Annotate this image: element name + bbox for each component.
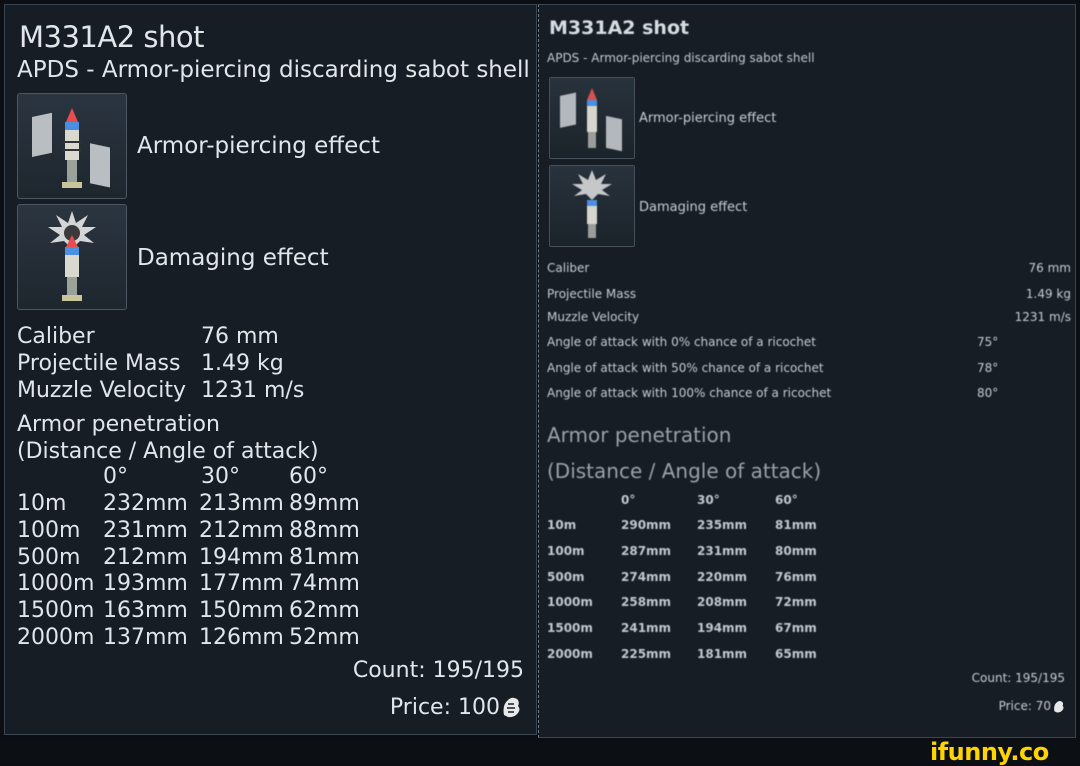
penetration-subtitle: (Distance / Angle of attack) bbox=[17, 439, 319, 464]
penetration-cell-right: 81mm bbox=[775, 518, 817, 532]
damaging-effect-label: Damaging effect bbox=[137, 245, 329, 271]
distance-cell: 1500m bbox=[17, 598, 95, 624]
penetration-cell: 212mm bbox=[199, 517, 284, 543]
shell-subtitle: APDS - Armor-piercing discarding sabot s… bbox=[17, 57, 530, 83]
stat-value-velocity: 1231 m/s bbox=[201, 378, 305, 403]
distance-cell-right: 1500m bbox=[547, 621, 593, 636]
shell-title-right: M331A2 shot bbox=[549, 17, 690, 39]
stat-value-right: 1231 m/s bbox=[1014, 310, 1071, 324]
distance-cell-right: 10m bbox=[547, 518, 577, 532]
penetration-cell: 231mm bbox=[103, 517, 188, 543]
distance-cell: 1000m bbox=[17, 571, 95, 597]
penetration-cell-right: 274mm bbox=[621, 569, 672, 584]
stat-label-caliber: Caliber bbox=[17, 324, 95, 349]
ammo-count-right: Count: 195/195 bbox=[971, 671, 1065, 685]
angle-header-30: 30° bbox=[201, 464, 240, 489]
penetration-cell: 62mm bbox=[289, 598, 360, 624]
penetration-cell: 163mm bbox=[103, 598, 188, 624]
shell-subtitle-right: APDS - Armor-piercing discarding sabot s… bbox=[547, 51, 815, 65]
distance-cell-right: 1000m bbox=[547, 595, 593, 610]
penetration-cell-right: 241mm bbox=[621, 621, 672, 636]
damaging-effect-icon-right bbox=[549, 165, 635, 247]
stat-value-caliber: 76 mm bbox=[201, 324, 279, 349]
penetration-cell-right: 65mm bbox=[775, 647, 817, 661]
stat-label-velocity: Muzzle Velocity bbox=[17, 378, 186, 403]
ammo-count: Count: 195/195 bbox=[352, 658, 524, 683]
stat-value-right: 76 mm bbox=[1028, 261, 1071, 275]
armor-piercing-effect-icon-right bbox=[549, 77, 635, 159]
penetration-cell: 212mm bbox=[103, 544, 188, 570]
penetration-cell-right: 290mm bbox=[621, 518, 672, 532]
right-tooltip-panel: M331A2 shot APDS - Armor-piercing discar… bbox=[538, 4, 1076, 738]
penetration-cell: 137mm bbox=[103, 625, 188, 650]
penetration-title: Armor penetration bbox=[17, 412, 220, 437]
left-tooltip-panel: M331A2 shot APDS - Armor-piercing discar… bbox=[4, 4, 537, 735]
penetration-cell: 88mm bbox=[289, 517, 360, 543]
penetration-subtitle-right: (Distance / Angle of attack) bbox=[547, 459, 822, 483]
penetration-cell: 194mm bbox=[199, 544, 284, 570]
angle-header-60: 60° bbox=[289, 464, 328, 489]
stat-label-right: Projectile Mass bbox=[547, 287, 637, 301]
stat-label-right: Angle of attack with 0% chance of a rico… bbox=[547, 335, 816, 349]
angle-header-0: 0° bbox=[103, 464, 128, 489]
stat-label-right: Caliber bbox=[547, 261, 590, 275]
penetration-cell: 52mm bbox=[289, 625, 360, 650]
armor-piercing-effect-label-right: Armor-piercing effect bbox=[639, 111, 777, 126]
penetration-cell-right: 235mm bbox=[697, 518, 748, 532]
ifunny-watermark: ifunny.co bbox=[930, 738, 1049, 766]
penetration-cell-right: 67mm bbox=[775, 621, 817, 636]
stat-value-right: 80° bbox=[977, 386, 999, 400]
penetration-cell-right: 225mm bbox=[621, 647, 672, 661]
silver-lion-icon bbox=[500, 695, 522, 723]
distance-cell-right: 500m bbox=[547, 569, 585, 584]
damaging-effect-icon bbox=[17, 204, 127, 310]
penetration-title-right: Armor penetration bbox=[547, 423, 732, 447]
armor-piercing-effect-icon bbox=[17, 93, 127, 199]
shell-title: M331A2 shot bbox=[19, 20, 204, 54]
distance-cell-right: 2000m bbox=[547, 647, 593, 661]
distance-cell: 500m bbox=[17, 544, 81, 570]
armor-piercing-effect-label: Armor-piercing effect bbox=[137, 133, 380, 159]
stat-value-right: 75° bbox=[977, 335, 999, 349]
penetration-cell-right: 80mm bbox=[775, 543, 817, 558]
penetration-cell: 177mm bbox=[199, 571, 284, 597]
penetration-cell: 193mm bbox=[103, 571, 188, 597]
penetration-cell: 150mm bbox=[199, 598, 284, 624]
distance-cell: 2000m bbox=[17, 625, 95, 650]
stat-label-mass: Projectile Mass bbox=[17, 351, 181, 376]
angle-header-60-right: 60° bbox=[775, 493, 798, 507]
distance-cell: 10m bbox=[17, 491, 67, 516]
stat-value-mass: 1.49 kg bbox=[201, 351, 284, 376]
penetration-cell: 74mm bbox=[289, 571, 360, 597]
stat-value-right: 1.49 kg bbox=[1025, 287, 1071, 301]
penetration-cell-right: 194mm bbox=[697, 621, 748, 636]
price-label-right: Price: 70 bbox=[998, 699, 1051, 713]
stat-label-right: Angle of attack with 100% chance of a ri… bbox=[547, 386, 832, 400]
penetration-cell: 213mm bbox=[199, 491, 284, 516]
damaging-effect-label-right: Damaging effect bbox=[639, 200, 748, 215]
distance-cell: 100m bbox=[17, 517, 81, 543]
distance-cell-right: 100m bbox=[547, 543, 585, 558]
penetration-cell: 81mm bbox=[289, 544, 360, 570]
bottom-strip bbox=[0, 741, 1080, 763]
penetration-cell-right: 258mm bbox=[621, 595, 672, 610]
penetration-cell-right: 208mm bbox=[697, 595, 748, 610]
penetration-cell-right: 181mm bbox=[697, 647, 748, 661]
stat-label-right: Angle of attack with 50% chance of a ric… bbox=[547, 361, 824, 375]
penetration-cell: 89mm bbox=[289, 491, 360, 516]
penetration-cell-right: 231mm bbox=[697, 543, 748, 558]
silver-lion-icon-right bbox=[1052, 699, 1065, 718]
penetration-cell-right: 220mm bbox=[697, 569, 748, 584]
penetration-cell-right: 72mm bbox=[775, 595, 817, 610]
penetration-cell-right: 76mm bbox=[775, 569, 817, 584]
stat-label-right: Muzzle Velocity bbox=[547, 310, 640, 324]
penetration-cell: 126mm bbox=[199, 625, 284, 650]
penetration-cell-right: 287mm bbox=[621, 543, 672, 558]
price-label: Price: 100 bbox=[389, 695, 500, 720]
penetration-cell: 232mm bbox=[103, 491, 188, 516]
stat-value-right: 78° bbox=[977, 361, 999, 375]
angle-header-30-right: 30° bbox=[697, 493, 720, 507]
angle-header-0-right: 0° bbox=[621, 493, 636, 507]
